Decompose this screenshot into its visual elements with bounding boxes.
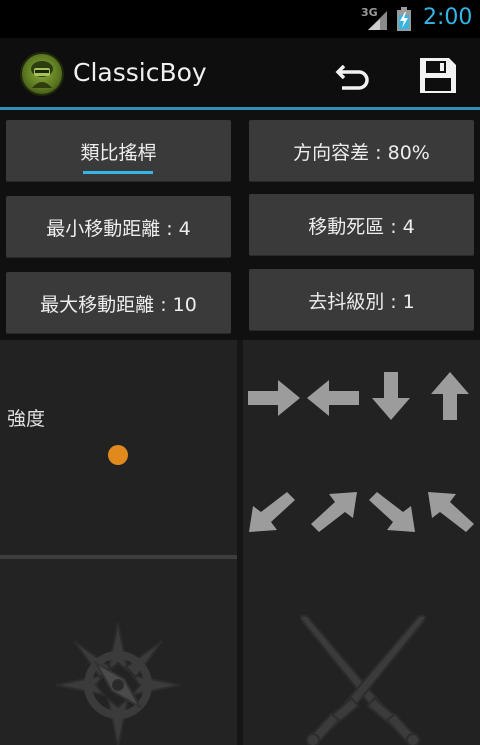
arrow-up-icon[interactable] [429,370,471,422]
app-title: ClassicBoy [73,58,207,87]
status-bar: 3G 2:00 [0,0,480,38]
arrow-left-icon[interactable] [305,378,361,418]
analog-stick-button[interactable]: 類比搖桿 [6,120,231,182]
save-icon[interactable] [413,52,461,98]
battery-charging-icon [397,7,411,31]
move-dead-zone-button[interactable]: 移動死區 : 4 [249,194,474,256]
app-logo-icon[interactable] [20,52,64,96]
arrow-down-right-icon[interactable] [367,490,417,534]
undo-icon[interactable] [332,54,376,98]
compass-icon [55,622,181,745]
compass-panel[interactable] [0,559,237,745]
selected-indicator [83,171,153,174]
arrow-right-icon[interactable] [246,378,302,418]
min-move-distance-label: 最小移動距離 : 4 [46,217,191,240]
arrow-up-left-icon[interactable] [426,490,476,534]
move-dead-zone-label: 移動死區 : 4 [308,215,415,238]
direction-tolerance-label: 方向容差 : 80% [293,141,430,164]
arrow-up-right-icon[interactable] [309,490,359,534]
crossed-swords-icon [299,614,427,745]
arrow-down-left-icon[interactable] [247,490,297,534]
strength-indicator[interactable] [108,445,128,465]
action-bar [0,38,480,107]
min-move-distance-button[interactable]: 最小移動距離 : 4 [6,196,231,258]
clock: 2:00 [423,5,473,30]
signal-icon [368,11,387,30]
max-move-distance-button[interactable]: 最大移動距離 : 10 [6,272,231,334]
debounce-level-button[interactable]: 去抖級別 : 1 [249,269,474,331]
analog-stick-label: 類比搖桿 [80,141,157,164]
direction-tolerance-button[interactable]: 方向容差 : 80% [249,120,474,182]
max-move-distance-label: 最大移動距離 : 10 [40,293,197,316]
debounce-level-label: 去抖級別 : 1 [308,290,415,313]
strength-label: 強度 [7,408,46,430]
direction-panel[interactable] [243,340,480,745]
arrow-down-icon[interactable] [370,370,412,422]
